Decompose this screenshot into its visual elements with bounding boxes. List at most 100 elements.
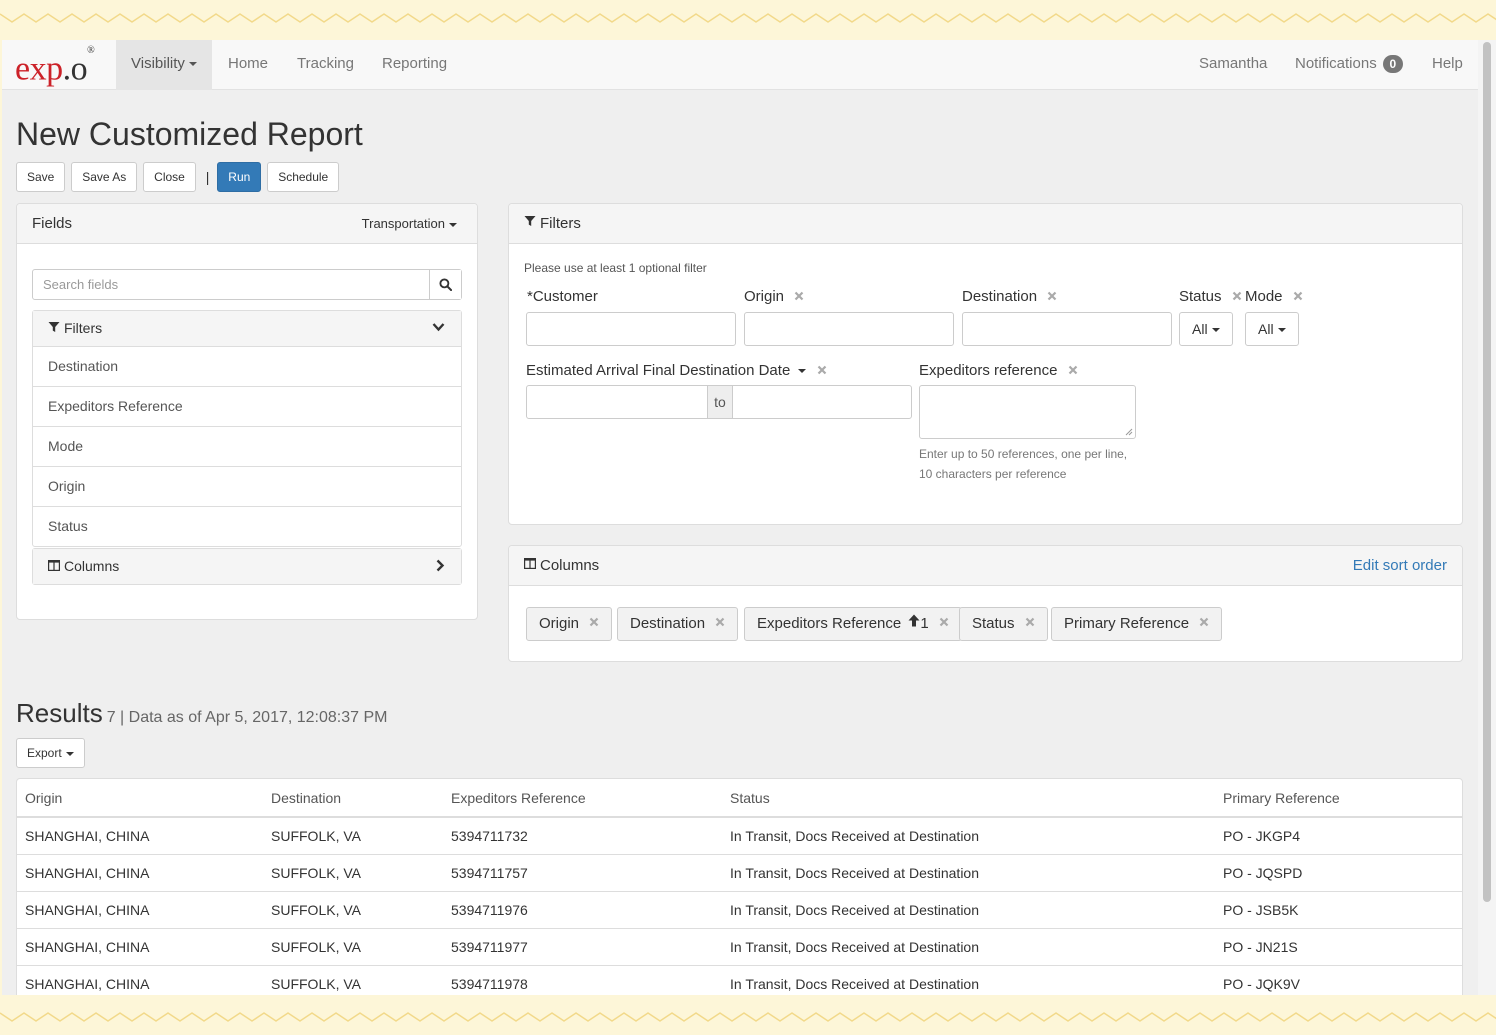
remove-origin-filter-icon[interactable] — [794, 288, 804, 305]
mode-select[interactable]: All — [1245, 312, 1299, 346]
cell-primary-reference: PO - JN21S — [1215, 927, 1462, 965]
column-chip-expeditors-reference[interactable]: Expeditors Reference 1 — [744, 607, 962, 641]
field-item-destination[interactable]: Destination — [33, 346, 461, 386]
results-table-container: Origin Destination Expeditors Reference … — [16, 778, 1463, 995]
caret-down-icon — [1277, 328, 1286, 333]
nav-home[interactable]: Home — [213, 40, 283, 90]
page-title: New Customized Report — [16, 116, 363, 152]
column-chip-origin[interactable]: Origin — [526, 607, 613, 641]
mode-filter-label: Mode — [1245, 288, 1303, 306]
nav-notifications[interactable]: Notifications 0 — [1280, 40, 1418, 90]
remove-column-icon[interactable] — [589, 607, 599, 639]
ref-filter-text: Expeditors reference — [919, 362, 1058, 379]
nav-reporting[interactable]: Reporting — [367, 40, 462, 90]
caret-down-icon[interactable] — [798, 369, 807, 374]
remove-column-icon[interactable] — [715, 607, 725, 639]
remove-eta-filter-icon[interactable] — [817, 362, 827, 379]
filters-accordion-label: Filters — [64, 320, 103, 336]
column-chip-primary-reference[interactable]: Primary Reference — [1051, 607, 1223, 641]
sort-ascending-icon — [908, 607, 920, 639]
cell-status: In Transit, Docs Received at Destination — [722, 853, 1215, 891]
column-header-status[interactable]: Status — [722, 779, 1215, 818]
column-chip-label: Expeditors Reference — [757, 615, 902, 632]
column-chip-destination[interactable]: Destination — [617, 607, 739, 641]
export-button[interactable]: Export — [16, 738, 85, 768]
column-header-destination[interactable]: Destination — [263, 779, 443, 818]
remove-column-icon[interactable] — [1025, 607, 1035, 639]
column-chip-status[interactable]: Status — [959, 607, 1048, 641]
category-label: Transportation — [361, 216, 445, 231]
nav-help[interactable]: Help — [1417, 40, 1478, 90]
customer-input[interactable] — [526, 312, 736, 346]
field-item-status[interactable]: Status — [33, 506, 461, 546]
columns-accordion: Columns — [32, 548, 462, 585]
save-as-button[interactable]: Save As — [71, 162, 138, 192]
table-row[interactable]: SHANGHAI, CHINA SUFFOLK, VA 5394711757 I… — [17, 853, 1462, 891]
resize-handle-icon[interactable] — [1125, 428, 1133, 436]
category-dropdown[interactable]: Transportation — [362, 204, 457, 244]
nav-visibility-dropdown[interactable]: Visibility — [116, 40, 212, 90]
column-chip-label: Primary Reference — [1064, 615, 1190, 632]
field-item-mode[interactable]: Mode — [33, 426, 461, 466]
run-button[interactable]: Run — [217, 162, 262, 192]
remove-column-icon[interactable] — [939, 607, 949, 639]
columns-accordion-header[interactable]: Columns — [33, 549, 461, 584]
remove-status-filter-icon[interactable] — [1232, 288, 1242, 305]
columns-icon — [48, 549, 61, 583]
columns-panel: Columns Edit sort order Origin Destinati… — [508, 545, 1463, 662]
cell-origin: SHANGHAI, CHINA — [17, 927, 263, 965]
nav-tracking[interactable]: Tracking — [282, 40, 369, 90]
search-fields-input[interactable] — [33, 270, 429, 299]
columns-icon — [524, 545, 537, 585]
remove-ref-filter-icon[interactable] — [1068, 362, 1078, 379]
notifications-label: Notifications — [1295, 55, 1377, 72]
cell-status: In Transit, Docs Received at Destination — [722, 964, 1215, 995]
remove-destination-filter-icon[interactable] — [1047, 288, 1057, 305]
caret-down-icon — [1211, 328, 1220, 333]
edit-sort-order-link[interactable]: Edit sort order — [1353, 546, 1447, 586]
expeditors-reference-textarea[interactable] — [919, 385, 1136, 439]
filters-list: Destination Expeditors Reference Mode Or… — [33, 346, 461, 546]
origin-filter-label: Origin — [744, 288, 804, 306]
table-row[interactable]: SHANGHAI, CHINA SUFFOLK, VA 5394711978 I… — [17, 964, 1462, 995]
cell-status: In Transit, Docs Received at Destination — [722, 890, 1215, 928]
brand-logo[interactable]: exp.o® — [15, 43, 95, 87]
filters-accordion-header[interactable]: Filters — [33, 311, 461, 346]
columns-panel-heading: Columns Edit sort order — [509, 546, 1462, 586]
origin-input[interactable] — [744, 312, 954, 346]
column-header-origin[interactable]: Origin — [17, 779, 263, 818]
nav-user[interactable]: Samantha — [1184, 40, 1282, 90]
column-chip-label: Origin — [539, 615, 580, 632]
chevron-right-icon — [435, 549, 445, 595]
close-button[interactable]: Close — [143, 162, 196, 192]
schedule-button[interactable]: Schedule — [267, 162, 340, 192]
remove-column-icon[interactable] — [1199, 607, 1209, 639]
table-row[interactable]: SHANGHAI, CHINA SUFFOLK, VA 5394711732 I… — [17, 817, 1462, 854]
table-row[interactable]: SHANGHAI, CHINA SUFFOLK, VA 5394711976 I… — [17, 890, 1462, 928]
table-row[interactable]: SHANGHAI, CHINA SUFFOLK, VA 5394711977 I… — [17, 927, 1462, 965]
filter-icon — [524, 203, 536, 243]
torn-edge-top — [0, 0, 1496, 40]
status-select[interactable]: All — [1179, 312, 1233, 346]
search-button[interactable] — [429, 270, 461, 299]
cell-expeditors-reference: 5394711977 — [443, 927, 722, 965]
remove-mode-filter-icon[interactable] — [1293, 288, 1303, 305]
save-button[interactable]: Save — [16, 162, 66, 192]
notifications-badge: 0 — [1382, 55, 1403, 74]
results-meta: 7 | Data as of Apr 5, 2017, 12:08:37 PM — [106, 709, 388, 726]
eta-date-to-input[interactable] — [733, 386, 911, 418]
destination-filter-label: Destination — [962, 288, 1057, 306]
scrollbar-thumb[interactable] — [1483, 42, 1491, 902]
fields-panel-title: Fields — [32, 215, 73, 232]
page-scrollbar[interactable] — [1478, 40, 1496, 995]
column-header-expeditors-reference[interactable]: Expeditors Reference — [443, 779, 722, 818]
eta-date-from-input[interactable] — [527, 386, 707, 418]
cell-destination: SUFFOLK, VA — [271, 827, 361, 844]
destination-input[interactable] — [962, 312, 1172, 346]
eta-date-range: to — [526, 385, 912, 419]
field-item-origin[interactable]: Origin — [33, 466, 461, 506]
filters-accordion: Filters Destination Expeditors Reference… — [32, 310, 462, 547]
column-header-primary-reference[interactable]: Primary Reference — [1215, 779, 1462, 818]
field-item-expeditors-reference[interactable]: Expeditors Reference — [33, 386, 461, 426]
cell-primary-reference: PO - JQSPD — [1215, 853, 1462, 891]
